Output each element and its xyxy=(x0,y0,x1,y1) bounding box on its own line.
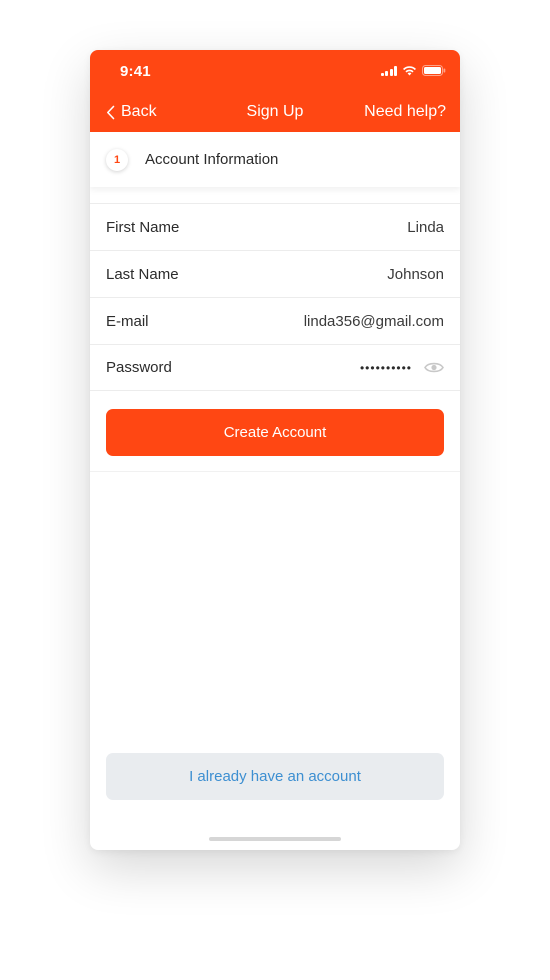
home-indicator xyxy=(209,837,341,841)
password-field[interactable]: •••••••••• xyxy=(360,361,444,375)
last-name-row: Last Name xyxy=(90,250,460,297)
have-account-button[interactable]: I already have an account xyxy=(106,753,444,800)
header-bar: 9:41 Back Sign Up Need help? xyxy=(90,50,460,132)
last-name-field[interactable] xyxy=(254,265,444,283)
first-name-row: First Name xyxy=(90,203,460,250)
section-divider xyxy=(90,471,460,472)
password-value: •••••••••• xyxy=(359,360,412,375)
eye-icon[interactable] xyxy=(424,361,444,374)
status-time: 9:41 xyxy=(120,63,151,80)
back-label: Back xyxy=(121,103,157,120)
battery-icon xyxy=(422,65,446,76)
status-icons xyxy=(380,65,447,76)
signal-icon xyxy=(380,65,397,76)
create-account-button[interactable]: Create Account xyxy=(106,409,444,456)
email-row: E-mail xyxy=(90,297,460,344)
back-button[interactable]: Back xyxy=(106,103,157,121)
signup-form: First Name Last Name E-mail Password •••… xyxy=(90,203,460,391)
password-label: Password xyxy=(106,359,172,376)
need-help-link[interactable]: Need help? xyxy=(364,103,446,121)
step-title: Account Information xyxy=(145,151,279,168)
last-name-label: Last Name xyxy=(106,265,179,283)
first-name-label: First Name xyxy=(106,218,180,236)
wifi-icon xyxy=(403,66,416,76)
phone-screen: 9:41 Back Sign Up Need help? 1 Account I… xyxy=(90,50,460,850)
email-label: E-mail xyxy=(106,312,149,330)
email-field[interactable] xyxy=(254,312,444,330)
step-header: 1 Account Information xyxy=(90,132,460,187)
step-number-badge: 1 xyxy=(106,148,128,171)
password-row: Password •••••••••• xyxy=(90,344,460,391)
chevron-left-icon xyxy=(107,105,115,119)
first-name-field[interactable] xyxy=(254,218,444,236)
